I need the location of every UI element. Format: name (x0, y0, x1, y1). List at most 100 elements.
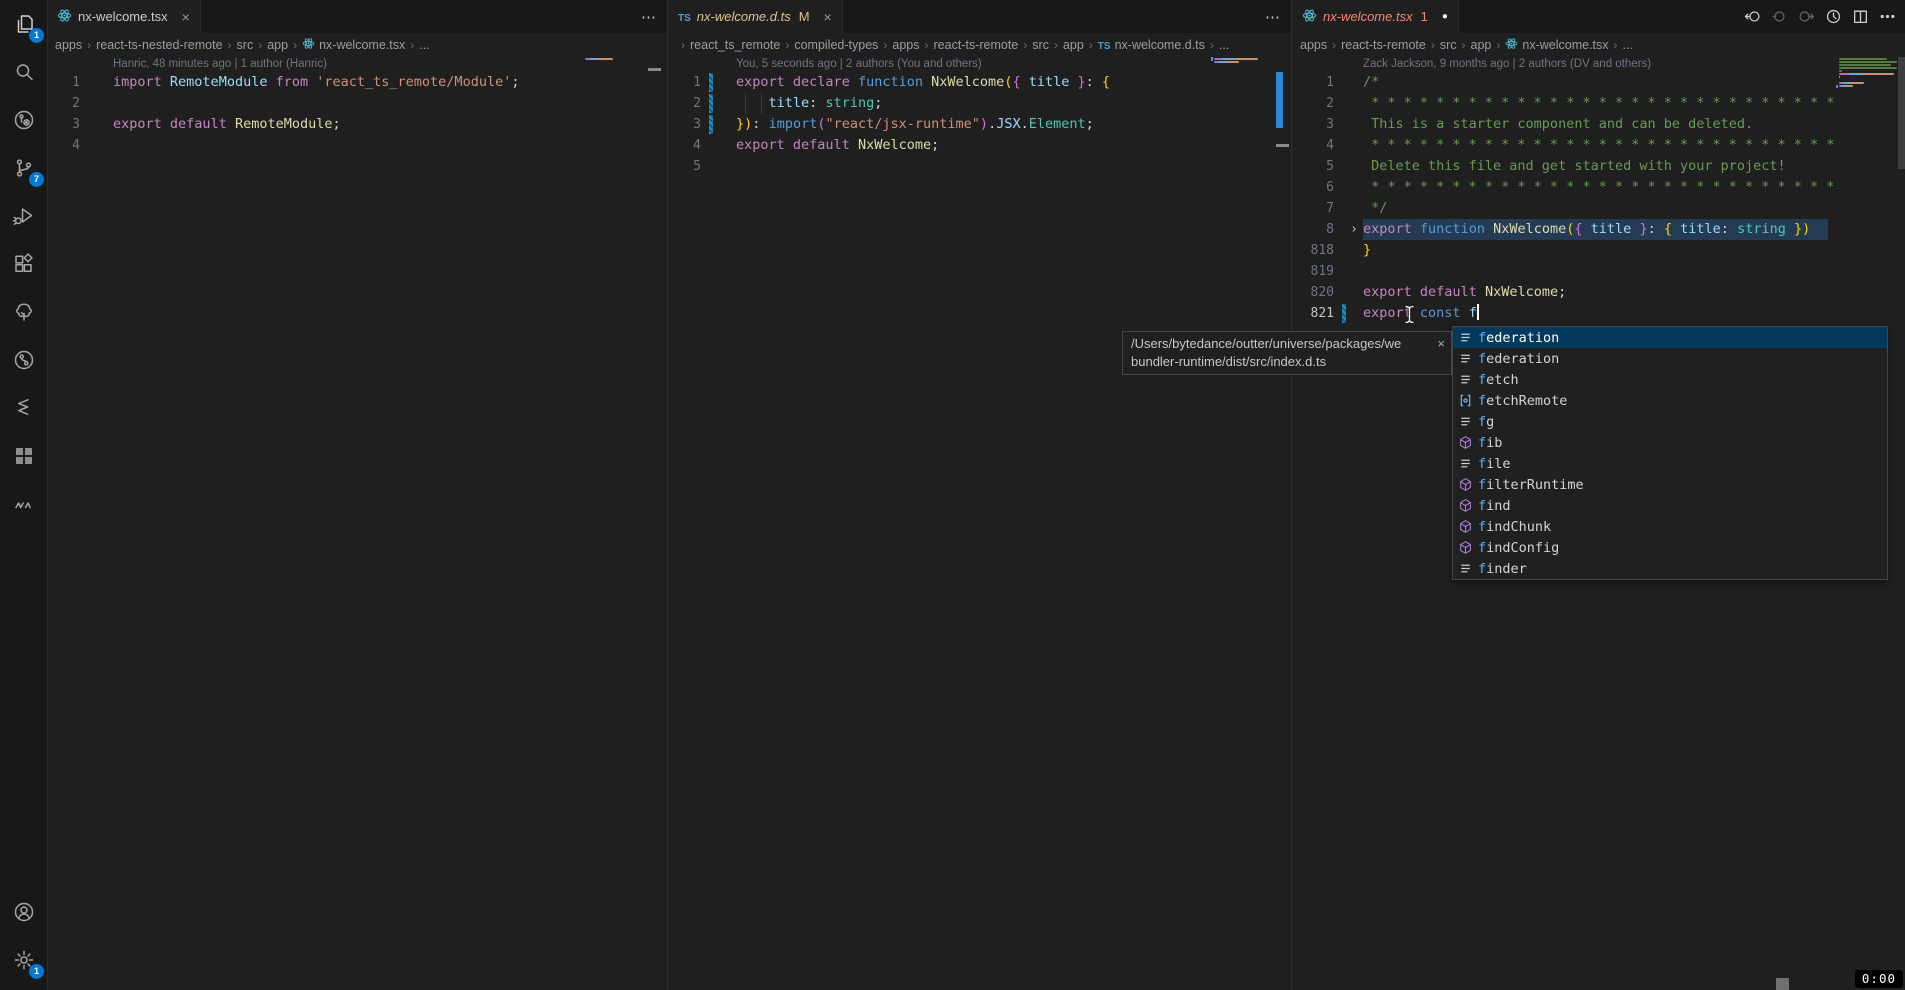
breadcrumb-item[interactable]: ... (1623, 38, 1633, 52)
suggestion-findChunk[interactable]: findChunk (1453, 516, 1887, 537)
code-line-2[interactable]: 2 (47, 93, 667, 114)
code-line-7[interactable]: 7 */ (1292, 198, 1905, 219)
activity-tree-icon[interactable] (0, 288, 47, 336)
code-text: * * * * * * * * * * * * * * * * * * * * … (1363, 135, 1834, 156)
minimap[interactable] (1839, 57, 1897, 88)
breadcrumb-item[interactable]: apps (1300, 38, 1327, 52)
fold-chevron-icon[interactable]: › (1350, 219, 1358, 240)
gutter-decorations (1334, 114, 1363, 135)
breadcrumb-item[interactable]: react-ts-remote (1341, 38, 1426, 52)
code-editor[interactable]: You, 5 seconds ago | 2 authors (You and … (668, 57, 1291, 990)
nav-circle-forward-icon[interactable] (1798, 8, 1815, 25)
breadcrumb-separator: › (1210, 38, 1214, 52)
breadcrumb-label: src (237, 38, 254, 52)
code-line-3[interactable]: 3}): import("react/jsx-runtime").JSX.Ele… (668, 114, 1291, 135)
git-blame-codelens[interactable]: You, 5 seconds ago | 2 authors (You and … (736, 57, 1291, 72)
breadcrumb-item[interactable]: src (237, 38, 254, 52)
breadcrumb-item[interactable]: app (267, 38, 288, 52)
minimap-slider[interactable] (1276, 144, 1289, 147)
suggestion-fetchRemote[interactable]: fetchRemote (1453, 390, 1887, 411)
code-line-820[interactable]: 820export default NxWelcome; (1292, 282, 1905, 303)
git-blame-codelens[interactable]: Zack Jackson, 9 months ago | 2 authors (… (1363, 57, 1905, 72)
breadcrumb-item[interactable]: app (1471, 38, 1492, 52)
breadcrumb-item[interactable]: ... (419, 38, 429, 52)
code-line-818[interactable]: 818} (1292, 240, 1905, 261)
scrollbar[interactable] (1898, 57, 1905, 169)
code-line-3[interactable]: 3export default RemoteModule; (47, 114, 667, 135)
breadcrumb-label: app (1471, 38, 1492, 52)
minimap-slider[interactable] (648, 68, 661, 71)
suggestion-fetch[interactable]: fetch (1453, 369, 1887, 390)
code-line-1[interactable]: 1import RemoteModule from 'react_ts_remo… (47, 72, 667, 93)
activity-ribbon-icon[interactable] (0, 384, 47, 432)
activity-search-icon[interactable] (0, 48, 47, 96)
breadcrumb-item[interactable]: apps (55, 38, 82, 52)
activity-explorer-icon[interactable]: 1 (0, 0, 47, 48)
tab-close-icon[interactable]: × (182, 9, 190, 25)
timer-icon[interactable] (1825, 8, 1842, 25)
breadcrumb-item[interactable]: nx-welcome.tsx (1505, 37, 1608, 53)
suggestion-federation[interactable]: federation (1453, 327, 1887, 348)
breadcrumb-item[interactable]: apps (892, 38, 919, 52)
tab-dirty-indicator[interactable]: ● (1442, 11, 1448, 22)
more-actions-icon[interactable]: ⋯ (1265, 8, 1281, 26)
breadcrumb-label: ... (1219, 38, 1229, 52)
more-actions-icon[interactable] (1879, 8, 1896, 25)
breadcrumb-item[interactable]: nx-welcome.tsx (302, 37, 405, 53)
code-line-819[interactable]: 819 (1292, 261, 1905, 282)
suggestion-finder[interactable]: finder (1453, 558, 1887, 579)
suggestion-fg[interactable]: fg (1453, 411, 1887, 432)
breadcrumb-item[interactable]: react-ts-nested-remote (96, 38, 222, 52)
breadcrumb-item[interactable]: compiled-types (794, 38, 878, 52)
code-line-5[interactable]: 5 (668, 156, 1291, 177)
tab-nx-welcome.tsx[interactable]: nx-welcome.tsx× (47, 0, 201, 33)
activity-commit-graph-icon[interactable] (0, 336, 47, 384)
code-line-2[interactable]: 2 * * * * * * * * * * * * * * * * * * * … (1292, 93, 1905, 114)
code-line-4[interactable]: 4 * * * * * * * * * * * * * * * * * * * … (1292, 135, 1905, 156)
activity-run-debug-icon[interactable] (0, 192, 47, 240)
suggestion-findConfig[interactable]: findConfig (1453, 537, 1887, 558)
code-line-821[interactable]: 821export const f (1292, 303, 1905, 324)
tab-nx-welcome.tsx[interactable]: nx-welcome.tsx1● (1292, 0, 1459, 33)
code-line-4[interactable]: 4 (47, 135, 667, 156)
suggestion-file[interactable]: file (1453, 453, 1887, 474)
nav-circle-back-icon[interactable] (1771, 8, 1788, 25)
activity-wave-icon[interactable] (0, 480, 47, 528)
tab-nx-welcome.d.ts[interactable]: TSnx-welcome.d.tsM× (668, 0, 843, 33)
code-line-6[interactable]: 6 * * * * * * * * * * * * * * * * * * * … (1292, 177, 1905, 198)
breadcrumb-item[interactable]: TSnx-welcome.d.ts (1098, 38, 1205, 52)
line-number: 6 (1292, 177, 1334, 198)
tooltip-close-icon[interactable]: × (1437, 335, 1445, 353)
code-line-1[interactable]: 1/* (1292, 72, 1905, 93)
suggestion-find[interactable]: find (1453, 495, 1887, 516)
code-line-4[interactable]: 4export default NxWelcome; (668, 135, 1291, 156)
minimap[interactable] (1214, 57, 1264, 67)
code-editor[interactable]: Hanric, 48 minutes ago | 1 author (Hanri… (47, 57, 667, 990)
breadcrumb-item[interactable]: src (1032, 38, 1049, 52)
split-editor-icon[interactable] (1852, 8, 1869, 25)
code-line-1[interactable]: 1export declare function NxWelcome({ tit… (668, 72, 1291, 93)
activity-source-control-icon[interactable]: 7 (0, 144, 47, 192)
activity-gitlens-icon[interactable] (0, 96, 47, 144)
code-line-3[interactable]: 3 This is a starter component and can be… (1292, 114, 1905, 135)
breadcrumb-item[interactable]: ... (1219, 38, 1229, 52)
code-line-8[interactable]: 8›export function NxWelcome({ title }: {… (1292, 219, 1905, 240)
suggestion-federation[interactable]: federation (1453, 348, 1887, 369)
code-line-5[interactable]: 5 Delete this file and get started with … (1292, 156, 1905, 177)
nav-back-icon[interactable] (1744, 8, 1761, 25)
git-blame-codelens[interactable]: Hanric, 48 minutes ago | 1 author (Hanri… (113, 57, 667, 72)
activity-account-icon[interactable] (0, 888, 47, 936)
code-line-2[interactable]: 2 title: string; (668, 93, 1291, 114)
minimap[interactable] (585, 57, 643, 64)
activity-grid-icon[interactable] (0, 432, 47, 480)
breadcrumb-item[interactable]: react-ts-remote (934, 38, 1019, 52)
suggestion-filterRuntime[interactable]: filterRuntime (1453, 474, 1887, 495)
activity-settings-gear-icon[interactable]: 1 (0, 936, 47, 984)
more-actions-icon[interactable]: ⋯ (641, 8, 657, 26)
breadcrumb-item[interactable]: src (1440, 38, 1457, 52)
suggestion-fib[interactable]: fib (1453, 432, 1887, 453)
breadcrumb-item[interactable]: app (1063, 38, 1084, 52)
activity-extensions-icon[interactable] (0, 240, 47, 288)
tab-close-icon[interactable]: × (824, 9, 832, 25)
breadcrumb-item[interactable]: react_ts_remote (690, 38, 780, 52)
